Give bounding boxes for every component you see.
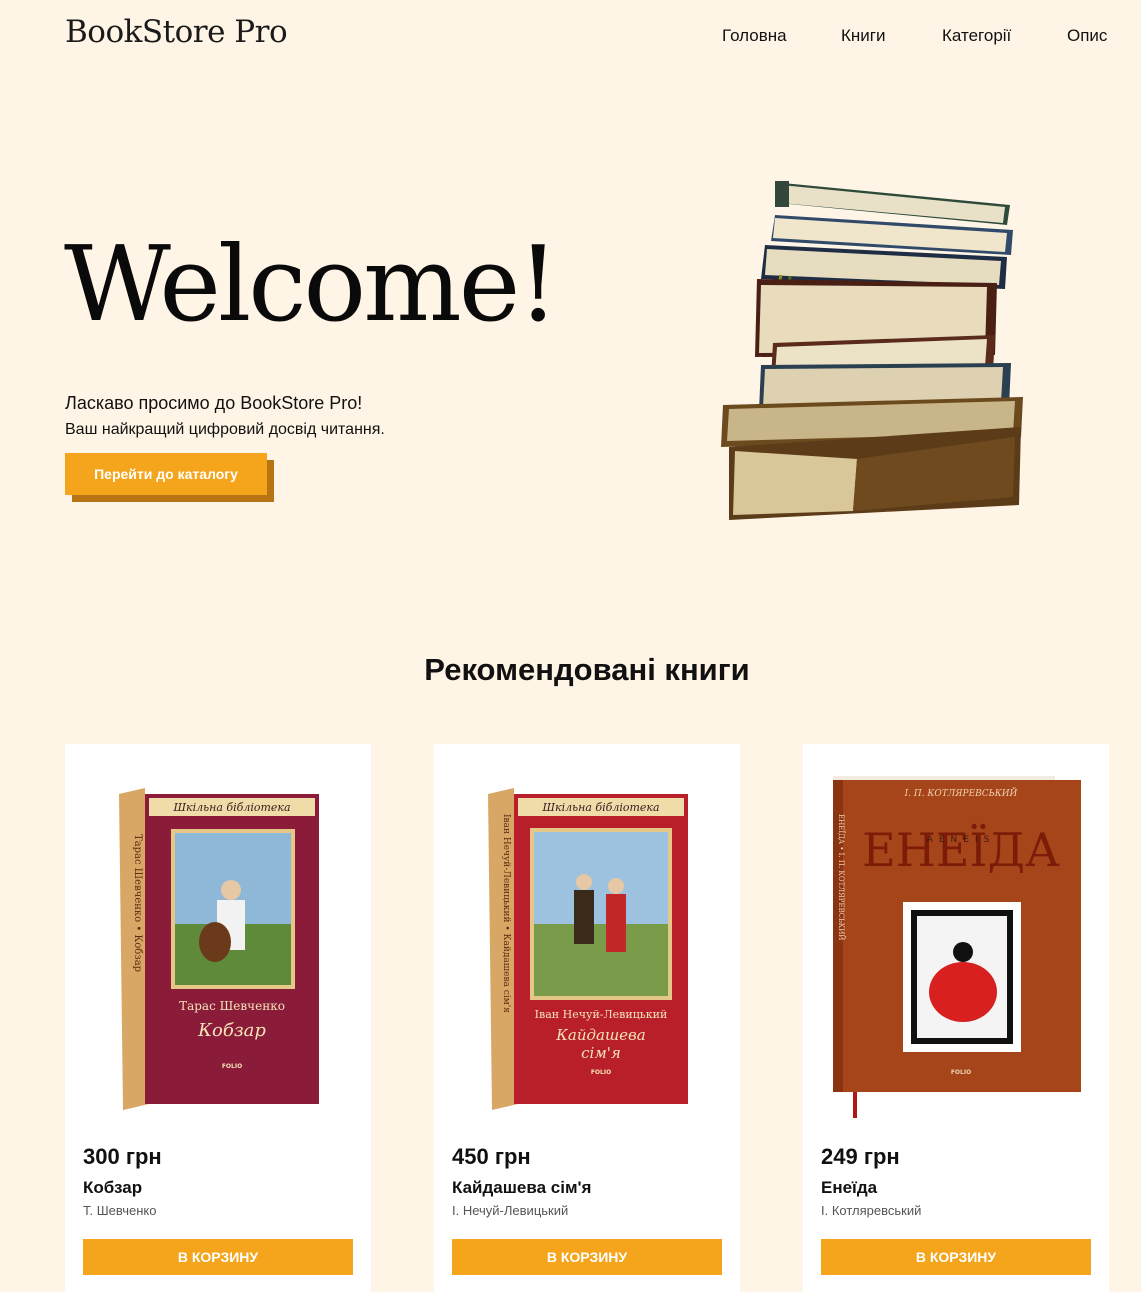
book-price: 450 грн bbox=[452, 1144, 531, 1169]
cover-series-text: Шкільна бібліотека bbox=[172, 801, 290, 814]
hero-title: Welcome! bbox=[64, 223, 559, 345]
book-stack-image bbox=[721, 181, 1023, 520]
site-header: BookStore Pro Головна Книги Категорії Оп… bbox=[0, 0, 1141, 72]
book-price: 249 грн bbox=[821, 1144, 900, 1169]
book-cover-image[interactable]: Шкільна бібліотека Іван Нечуй-Левицький … bbox=[484, 774, 694, 1114]
cover-author-text: Тарас Шевченко bbox=[179, 999, 285, 1013]
cover-title-text: Кайдашева bbox=[555, 1026, 645, 1044]
book-price: 300 грн bbox=[83, 1144, 162, 1169]
cover-publisher-text: FOLIO bbox=[591, 1069, 611, 1076]
site-logo[interactable]: BookStore Pro bbox=[65, 14, 288, 50]
cover-title-text: ЕНЕЇДА bbox=[862, 823, 1060, 877]
catalog-button[interactable]: Перейти до каталогу bbox=[65, 453, 267, 495]
hero-subtitle: Ласкаво просимо до BookStore Pro! bbox=[65, 393, 363, 413]
cover-latin-text: AENEIS bbox=[927, 835, 996, 845]
cover-publisher-text: FOLIO bbox=[222, 1063, 242, 1070]
add-to-cart-button[interactable]: В КОРЗИНУ bbox=[452, 1239, 722, 1275]
book-author: Т. Шевченко bbox=[83, 1203, 157, 1218]
book-author: І. Котляревський bbox=[821, 1203, 922, 1218]
cover-spine-text: Іван Нечуй-Левицький • Кайдашева сім'я bbox=[501, 814, 511, 1013]
book-author: І. Нечуй-Левицький bbox=[452, 1203, 569, 1218]
nav-link-home[interactable]: Головна bbox=[722, 26, 787, 46]
cover-author-text: Іван Нечуй-Левицький bbox=[535, 1008, 668, 1021]
cover-publisher-text: FOLIO bbox=[951, 1069, 971, 1076]
book-title[interactable]: Кайдашева сім'я bbox=[452, 1178, 591, 1198]
book-card: Шкільна бібліотека Тарас Шевченко Кобзар… bbox=[65, 744, 371, 1292]
nav-link-books[interactable]: Книги bbox=[841, 26, 885, 46]
add-to-cart-button[interactable]: В КОРЗИНУ bbox=[821, 1239, 1091, 1275]
book-cover-image[interactable]: І. П. КОТЛЯРЕВСЬКИЙ ЕНЕЇДА AENEIS FOLIO … bbox=[833, 774, 1083, 1124]
add-to-cart-button[interactable]: В КОРЗИНУ bbox=[83, 1239, 353, 1275]
book-card: Шкільна бібліотека Іван Нечуй-Левицький … bbox=[434, 744, 740, 1292]
cover-author-text: І. П. КОТЛЯРЕВСЬКИЙ bbox=[904, 787, 1018, 799]
cover-title-text: Кобзар bbox=[197, 1020, 266, 1041]
cover-series-text: Шкільна бібліотека bbox=[541, 801, 659, 814]
book-cover-image[interactable]: Шкільна бібліотека Тарас Шевченко Кобзар… bbox=[115, 774, 325, 1114]
nav-link-about[interactable]: Опис bbox=[1067, 26, 1107, 46]
hero-tagline: Ваш найкращий цифровий досвід читання. bbox=[65, 421, 385, 438]
nav-link-categories[interactable]: Категорії bbox=[942, 26, 1011, 46]
cover-spine-text: Тарас Шевченко • Кобзар bbox=[132, 834, 143, 972]
cover-spine-text: ЕНЕЇДА • І. П. КОТЛЯРЕВСЬКИЙ bbox=[837, 814, 846, 940]
book-card: І. П. КОТЛЯРЕВСЬКИЙ ЕНЕЇДА AENEIS FOLIO … bbox=[803, 744, 1109, 1292]
featured-heading: Рекомендовані книги bbox=[424, 652, 750, 687]
book-title[interactable]: Енеїда bbox=[821, 1178, 877, 1198]
book-title[interactable]: Кобзар bbox=[83, 1178, 142, 1198]
cover-title-text-line2: сім'я bbox=[581, 1044, 621, 1062]
